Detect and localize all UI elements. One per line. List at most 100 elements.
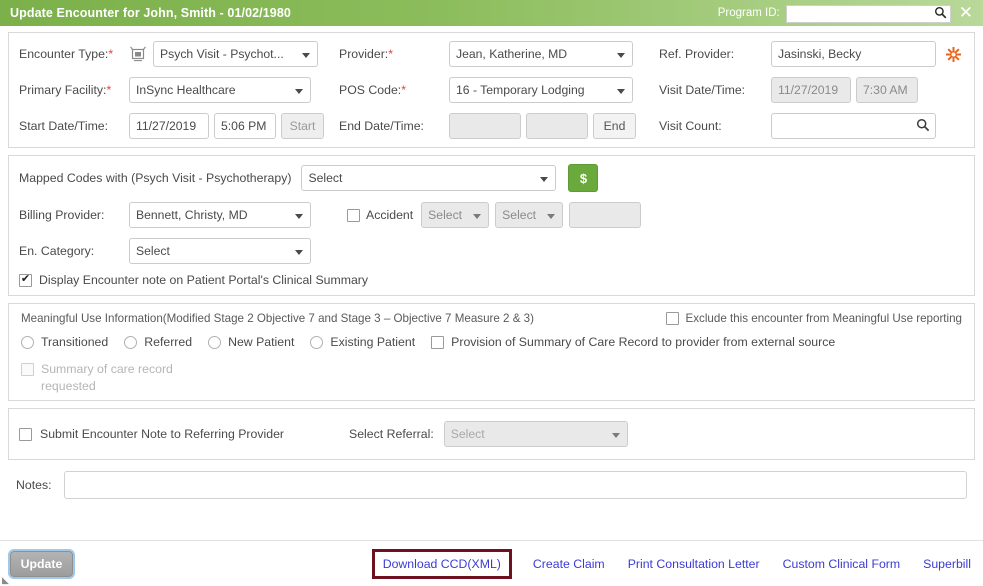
provision-label: Provision of Summary of Care Record to p… — [451, 335, 835, 349]
search-icon[interactable] — [933, 5, 948, 20]
superbill-link[interactable]: Superbill — [923, 557, 971, 571]
radio-existing-patient[interactable]: Existing Patient — [310, 335, 415, 349]
billing-provider-row: Billing Provider: Bennett, Christy, MD A… — [19, 202, 964, 228]
display-note-label: Display Encounter note on Patient Portal… — [39, 273, 368, 287]
display-note-row: Display Encounter note on Patient Portal… — [19, 273, 964, 287]
start-button[interactable]: Start — [281, 113, 324, 139]
provider-select[interactable]: Jean, Katherine, MD — [449, 41, 633, 67]
submit-note-label: Submit Encounter Note to Referring Provi… — [40, 427, 284, 441]
close-icon[interactable]: ✕ — [957, 4, 975, 23]
program-id-label: Program ID: — [718, 7, 780, 19]
update-button[interactable]: Update — [10, 551, 73, 577]
radio-existing-patient-control[interactable] — [310, 336, 323, 349]
mapped-codes-select[interactable]: Select — [301, 165, 556, 191]
en-category-label: En. Category: — [19, 244, 129, 258]
en-category-select[interactable]: Select — [129, 238, 311, 264]
ref-provider-label: Ref. Provider: — [659, 47, 771, 61]
select-referral-select[interactable]: Select — [444, 421, 628, 447]
exclude-encounter-label: Exclude this encounter from Meaningful U… — [686, 312, 962, 325]
notes-row: Notes: — [8, 467, 975, 509]
ref-provider-input[interactable]: Jasinski, Becky — [771, 41, 936, 67]
end-datetime-label: End Date/Time: — [339, 119, 449, 133]
screen-monitor-icon[interactable] — [129, 44, 147, 64]
end-time-input[interactable] — [526, 113, 588, 139]
encounter-type-select[interactable]: Psych Visit - Psychot... — [153, 41, 318, 67]
mapped-codes-row: Mapped Codes with (Psych Visit - Psychot… — [19, 164, 964, 192]
start-time-input[interactable]: 5:06 PM — [214, 113, 276, 139]
primary-facility-field: Primary Facility:* InSync Healthcare — [19, 77, 339, 103]
provision-checkbox[interactable] — [431, 336, 444, 349]
select-referral-label: Select Referral: — [349, 427, 434, 441]
radio-transitioned-control[interactable] — [21, 336, 34, 349]
accident-checkbox[interactable] — [347, 209, 360, 222]
visit-datetime-field: Visit Date/Time: 11/27/2019 7:30 AM — [659, 77, 964, 103]
footer-bar: Update Download CCD(XML) Create Claim Pr… — [0, 540, 983, 586]
program-id-field-wrap — [786, 4, 951, 22]
meaningful-use-options: Transitioned Referred New Patient Existi… — [19, 333, 964, 349]
radio-new-patient[interactable]: New Patient — [208, 335, 294, 349]
end-date-input[interactable] — [449, 113, 521, 139]
visit-time-input[interactable]: 7:30 AM — [856, 77, 918, 103]
radio-new-patient-label: New Patient — [228, 335, 294, 349]
referral-row: Submit Encounter Note to Referring Provi… — [19, 421, 964, 447]
primary-facility-label: Primary Facility:* — [19, 83, 129, 97]
accident-select-2[interactable]: Select — [495, 202, 563, 228]
pos-code-select[interactable]: 16 - Temporary Lodging — [449, 77, 633, 103]
start-date-input[interactable]: 11/27/2019 — [129, 113, 209, 139]
meaningful-use-header: Meaningful Use Information(Modified Stag… — [19, 308, 964, 333]
en-category-row: En. Category: Select — [19, 238, 964, 264]
encounter-details-panel: Encounter Type:* Psych Visit - Psychot..… — [8, 32, 975, 148]
title-bar-actions: Program ID: ✕ — [718, 4, 975, 23]
create-claim-link[interactable]: Create Claim — [533, 557, 605, 571]
pos-code-label: POS Code:* — [339, 83, 449, 97]
billing-panel: Mapped Codes with (Psych Visit - Psychot… — [8, 155, 975, 296]
pos-code-field: POS Code:* 16 - Temporary Lodging — [339, 77, 659, 103]
dollar-button[interactable]: $ — [568, 164, 598, 192]
billing-provider-select[interactable]: Bennett, Christy, MD — [129, 202, 311, 228]
accident-label: Accident — [366, 208, 413, 222]
end-button[interactable]: End — [593, 113, 636, 139]
program-id-input[interactable] — [786, 5, 951, 23]
radio-referred-control[interactable] — [124, 336, 137, 349]
accident-text-input[interactable] — [569, 202, 641, 228]
notes-input[interactable] — [64, 471, 967, 499]
submit-note-checkbox[interactable] — [19, 428, 32, 441]
primary-facility-select[interactable]: InSync Healthcare — [129, 77, 311, 103]
download-ccd-xml-link[interactable]: Download CCD(XML) — [372, 549, 512, 579]
summary-requested-group: Summary of care record requested — [19, 349, 194, 394]
meaningful-use-panel: Meaningful Use Information(Modified Stag… — [8, 303, 975, 401]
provider-label: Provider:* — [339, 47, 449, 61]
exclude-encounter-group: Exclude this encounter from Meaningful U… — [666, 312, 962, 325]
billing-provider-label: Billing Provider: — [19, 208, 129, 222]
resize-handle-icon[interactable]: ◣ — [2, 575, 12, 585]
gear-icon[interactable] — [945, 46, 961, 62]
start-datetime-field: Start Date/Time: 11/27/2019 5:06 PM Star… — [19, 113, 339, 139]
encounter-type-label: Encounter Type:* — [19, 47, 129, 61]
radio-transitioned[interactable]: Transitioned — [21, 335, 108, 349]
radio-existing-patient-label: Existing Patient — [330, 335, 415, 349]
summary-requested-label: Summary of care record requested — [41, 361, 192, 394]
page-title: Update Encounter for John, Smith - 01/02… — [10, 6, 291, 20]
summary-requested-checkbox — [21, 363, 34, 376]
provision-group: Provision of Summary of Care Record to p… — [431, 335, 835, 349]
accident-group: Accident Select Select — [347, 202, 641, 228]
start-datetime-label: Start Date/Time: — [19, 119, 129, 133]
visit-count-field: Visit Count: — [659, 113, 964, 139]
meaningful-use-title: Meaningful Use Information(Modified Stag… — [21, 312, 534, 325]
display-note-checkbox[interactable] — [19, 274, 32, 287]
print-consultation-letter-link[interactable]: Print Consultation Letter — [628, 557, 760, 571]
visit-date-input[interactable]: 11/27/2019 — [771, 77, 851, 103]
custom-clinical-form-link[interactable]: Custom Clinical Form — [783, 557, 901, 571]
footer-links: Download CCD(XML) Create Claim Print Con… — [372, 549, 971, 579]
visit-count-input[interactable] — [771, 113, 936, 139]
encounter-type-field: Encounter Type:* Psych Visit - Psychot..… — [19, 41, 339, 67]
exclude-encounter-checkbox[interactable] — [666, 312, 679, 325]
referral-panel: Submit Encounter Note to Referring Provi… — [8, 408, 975, 460]
mapped-codes-label: Mapped Codes with (Psych Visit - Psychot… — [19, 171, 291, 185]
visit-count-wrap — [771, 113, 936, 139]
visit-datetime-label: Visit Date/Time: — [659, 83, 771, 97]
radio-referred[interactable]: Referred — [124, 335, 192, 349]
ref-provider-field: Ref. Provider: Jasinski, Becky — [659, 41, 964, 67]
radio-new-patient-control[interactable] — [208, 336, 221, 349]
accident-select-1[interactable]: Select — [421, 202, 489, 228]
